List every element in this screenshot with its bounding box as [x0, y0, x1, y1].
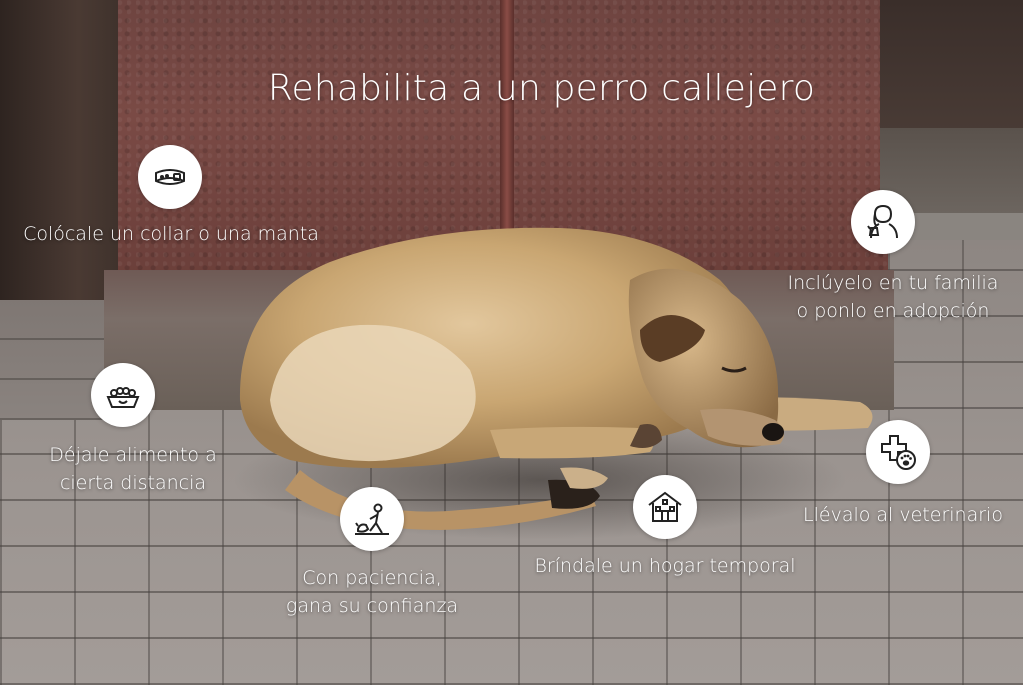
- collar-icon: [138, 145, 202, 209]
- step-home-label: Bríndale un hogar temporal: [534, 555, 796, 577]
- step-trust-label-line2: gana su confianza: [285, 595, 459, 617]
- step-food-label-line1: Déjale alimento a: [49, 444, 217, 466]
- step-food-label-line2: cierta distancia: [59, 472, 207, 494]
- person-with-dog-icon: [340, 487, 404, 551]
- house-icon: [633, 475, 697, 539]
- veterinary-cross-paw-icon: [866, 420, 930, 484]
- woman-with-dog-icon: [851, 190, 915, 254]
- dog-food-bowl-icon: [91, 363, 155, 427]
- step-trust-label-line1: Con paciencia,: [302, 567, 442, 589]
- step-vet-label: Llévalo al veterinario: [803, 504, 1003, 526]
- step-collar-label: Colócale un collar o una manta: [23, 223, 319, 245]
- step-adoption-label-line1: Inclúyelo en tu familia: [787, 272, 999, 294]
- step-adoption-label-line2: o ponlo en adopción: [796, 300, 990, 322]
- page-title: Rehabilita a un perro callejero: [267, 68, 816, 109]
